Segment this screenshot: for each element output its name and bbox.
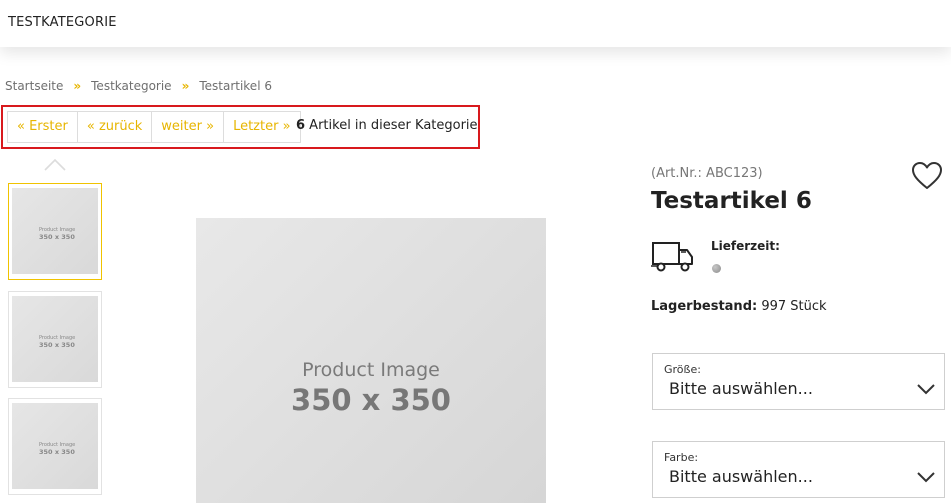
- main-image-caption: Product Image: [302, 359, 440, 381]
- pager-article-count: 6 Artikel in dieser Kategorie: [296, 118, 478, 133]
- article-number: (Art.Nr.: ABC123): [651, 166, 763, 181]
- thumbnail-size: 350 x 350: [39, 233, 75, 241]
- breadcrumb-item-category[interactable]: Testkategorie: [91, 79, 171, 93]
- pager-next-button[interactable]: weiter »: [152, 112, 225, 142]
- thumbnail-size: 350 x 350: [39, 448, 75, 456]
- chevron-down-icon: [917, 384, 935, 395]
- thumbnail-1[interactable]: Product Image 350 x 350: [8, 183, 102, 280]
- thumbnail-image: Product Image 350 x 350: [12, 403, 98, 489]
- truck-icon: [651, 242, 693, 272]
- article-count-text: Artikel in dieser Kategorie: [305, 118, 478, 133]
- product-title: Testartikel 6: [651, 188, 812, 214]
- pager-last-button[interactable]: Letzter »: [224, 112, 299, 142]
- top-navigation-bar: TESTKATEGORIE: [0, 0, 951, 47]
- pager-first-button[interactable]: « Erster: [8, 112, 78, 142]
- main-product-image[interactable]: Product Image 350 x 350: [196, 218, 546, 503]
- pager-prev-button[interactable]: « zurück: [78, 112, 153, 142]
- size-select[interactable]: Größe: Bitte auswählen...: [652, 353, 945, 410]
- category-nav-link[interactable]: TESTKATEGORIE: [8, 15, 117, 30]
- heart-icon[interactable]: [911, 161, 943, 191]
- product-pager: « Erster « zurück weiter » Letzter » 6 A…: [1, 105, 480, 149]
- status-dot-icon: [712, 264, 721, 273]
- size-select-label: Größe:: [664, 363, 701, 376]
- main-image-size: 350 x 350: [291, 383, 451, 417]
- thumbnail-3[interactable]: Product Image 350 x 350: [8, 398, 102, 495]
- article-count-number: 6: [296, 118, 306, 133]
- color-select[interactable]: Farbe: Bitte auswählen...: [652, 441, 945, 498]
- breadcrumb-separator: »: [73, 79, 82, 93]
- thumbnail-image: Product Image 350 x 350: [12, 296, 98, 382]
- chevron-down-icon: [917, 472, 935, 483]
- thumbnail-image: Product Image 350 x 350: [12, 188, 98, 274]
- thumbnail-size: 350 x 350: [39, 341, 75, 349]
- breadcrumb: Startseite » Testkategorie » Testartikel 6: [5, 79, 272, 93]
- thumbnail-2[interactable]: Product Image 350 x 350: [8, 291, 102, 388]
- stock-value: 997 Stück: [757, 299, 827, 314]
- size-select-value: Bitte auswählen...: [669, 379, 813, 398]
- breadcrumb-item-current: Testartikel 6: [199, 79, 272, 93]
- color-select-value: Bitte auswählen...: [669, 467, 813, 486]
- stock-info: Lagerbestand: 997 Stück: [651, 299, 827, 314]
- breadcrumb-item-home[interactable]: Startseite: [5, 79, 63, 93]
- pager-button-group: « Erster « zurück weiter » Letzter »: [7, 111, 301, 143]
- breadcrumb-separator: »: [181, 79, 190, 93]
- chevron-up-icon[interactable]: [44, 157, 66, 171]
- color-select-label: Farbe:: [664, 451, 699, 464]
- stock-label: Lagerbestand:: [651, 299, 758, 314]
- delivery-time-label: Lieferzeit:: [711, 239, 780, 253]
